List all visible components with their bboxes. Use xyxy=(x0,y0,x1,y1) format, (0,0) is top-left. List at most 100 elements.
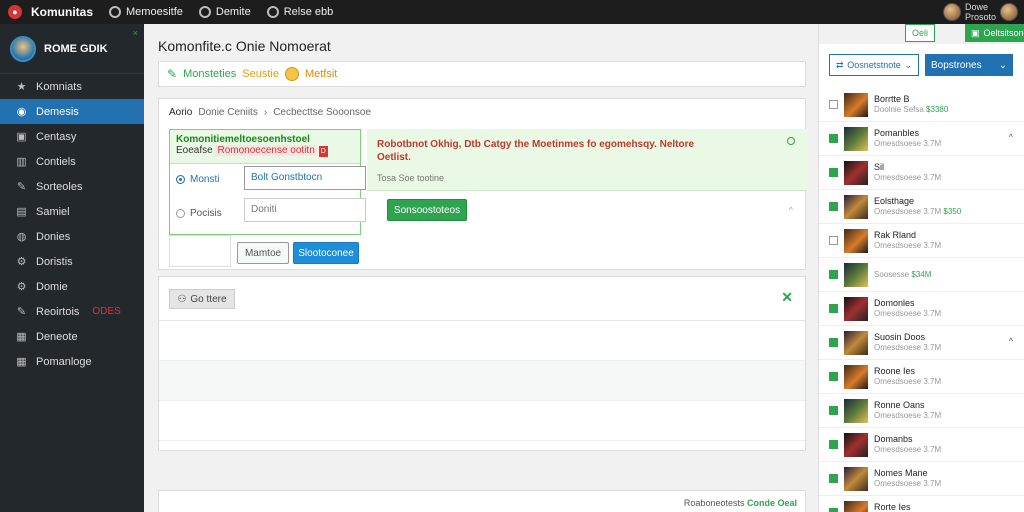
checkbox[interactable] xyxy=(829,474,838,483)
list-item[interactable] xyxy=(159,321,805,361)
media-item[interactable]: Pomanbles Omesdsoese 3.7M ^ xyxy=(819,122,1024,156)
primary-button[interactable]: Slootoconee xyxy=(293,242,359,264)
user-menu[interactable]: Dowe Prosoto xyxy=(942,2,1024,22)
brand[interactable]: ● Komunitas xyxy=(0,0,101,24)
chevron-up-icon[interactable]: ^ xyxy=(1009,132,1013,142)
media-text: Rorte IesOmesdsoese 3.7M xyxy=(874,502,941,512)
sidebar-profile[interactable]: ROME GDIK × xyxy=(0,24,144,74)
tab-1[interactable]: Oeli xyxy=(905,24,936,42)
sidebar-item-2[interactable]: ▣ Centasy xyxy=(0,124,144,149)
media-item[interactable]: Rorte IesOmesdsoese 3.7M xyxy=(819,496,1024,512)
sidebar-item-6[interactable]: ◍ Donies xyxy=(0,224,144,249)
close-icon[interactable]: × xyxy=(133,28,138,38)
media-item[interactable]: Rak Rland Omesdsoese 3.7M xyxy=(819,224,1024,258)
chevron-up-icon[interactable]: ^ xyxy=(789,205,793,215)
nav-badge: ODES xyxy=(92,306,121,317)
sort-select[interactable]: Bopstrones ⌄ xyxy=(925,54,1013,76)
media-name: Domonles xyxy=(874,298,915,308)
status-dot-icon xyxy=(787,137,795,145)
checkbox[interactable] xyxy=(829,100,838,109)
checkbox[interactable] xyxy=(829,270,838,279)
sidebar-item-1[interactable]: ◉ Demesis xyxy=(0,99,144,124)
list-header: ⚇ Go ttere ✕ xyxy=(159,277,805,321)
topbar-item-3[interactable]: Relse ebb xyxy=(259,0,342,24)
filter-button[interactable]: ⚇ Go ttere xyxy=(169,289,235,309)
checkbox[interactable] xyxy=(829,236,838,245)
media-item[interactable]: Sil Omesdsoese 3.7M xyxy=(819,156,1024,190)
sidebar-nav: ★ Komniats ◉ Demesis ▣ Centasy ▥ Contiels ✎ Sorte… xyxy=(0,74,144,374)
filter-select[interactable]: ⇄ Oosnetstnote ⌄ xyxy=(829,54,919,76)
media-item[interactable]: Borrtte B Doolnie Sefsa $3380 xyxy=(819,88,1024,122)
checkbox[interactable] xyxy=(829,406,838,415)
sidebar-item-9[interactable]: ✎ Reoirtois ODES xyxy=(0,299,144,324)
media-text: Suosin Doos Omesdsoese 3.7M xyxy=(874,332,941,353)
empty-box xyxy=(169,235,231,267)
breadcrumb-item[interactable]: Donie Ceniits xyxy=(198,107,257,118)
notice-link-3[interactable]: Metfsit xyxy=(305,68,337,80)
text-input-2[interactable]: Doniti xyxy=(244,198,366,222)
list-item[interactable] xyxy=(159,401,805,441)
media-meta-text: Doolnie Sefsa xyxy=(874,105,924,114)
sidebar-item-5[interactable]: ▤ Samiel xyxy=(0,199,144,224)
sidebar-item-11[interactable]: ▦ Pomanloge xyxy=(0,349,144,374)
media-item[interactable]: Eolsthage Omesdsoese 3.7M $350 xyxy=(819,190,1024,224)
checkbox[interactable] xyxy=(829,134,838,143)
media-item[interactable]: Nomes Mane Omesdsoese 3.7M xyxy=(819,462,1024,496)
media-item[interactable]: Roone Ies Omesdsoese 3.7M xyxy=(819,360,1024,394)
close-icon[interactable]: ✕ xyxy=(781,289,793,306)
thumbnail xyxy=(844,262,868,287)
radio-option-1[interactable]: Monsti xyxy=(176,174,219,185)
checkbox[interactable] xyxy=(829,338,838,347)
media-meta-text: Omesdsoese 3.7M xyxy=(874,173,942,182)
media-meta: Omesdsoese 3.7M xyxy=(874,309,941,319)
topbar-item-2[interactable]: Demite xyxy=(191,0,259,24)
list-card: ⚇ Go ttere ✕ xyxy=(158,276,806,451)
checkbox[interactable] xyxy=(829,508,838,512)
list-item[interactable] xyxy=(159,361,805,401)
avatar[interactable] xyxy=(942,3,961,21)
notice-bar: ✎ Monsteties Seustie Metfsit xyxy=(158,61,806,87)
media-name: Sil xyxy=(874,162,885,172)
cancel-button[interactable]: Mamtoe xyxy=(237,242,289,264)
sidebar-item-4[interactable]: ✎ Sorteoles xyxy=(0,174,144,199)
sidebar-item-3[interactable]: ▥ Contiels xyxy=(0,149,144,174)
text-input-1[interactable]: Bolt Gonstbtocn xyxy=(244,166,366,190)
media-item[interactable]: Soosesse $34M xyxy=(819,258,1024,292)
alert-title: Robotbnot Okhig, Dtb Catgy the Moetinmes… xyxy=(377,139,695,163)
tab-2[interactable]: ▣Oeltsitsones xyxy=(965,24,1024,42)
media-item[interactable]: Ronne Oans Omesdsoese 3.7M xyxy=(819,394,1024,428)
sidebar-item-10[interactable]: ▦ Deneote xyxy=(0,324,144,349)
sidebar-item-0[interactable]: ★ Komniats xyxy=(0,74,144,99)
checkbox[interactable] xyxy=(829,304,838,313)
notice-link-2[interactable]: Seustie xyxy=(242,68,279,80)
notice-link-1[interactable]: Monsteties xyxy=(183,68,236,80)
topbar-item-1[interactable]: Memoesitfe xyxy=(101,0,191,24)
sidebar-item-8[interactable]: ⚙ Domie xyxy=(0,274,144,299)
radio-selected[interactable] xyxy=(176,175,185,184)
radio-option-2[interactable]: Pocisis xyxy=(176,208,222,219)
submit-button[interactable]: Sonsoostoteos xyxy=(387,199,467,221)
media-text: Domonles Omesdsoese 3.7M xyxy=(874,298,941,319)
media-item[interactable]: Suosin Doos Omesdsoese 3.7M ^ xyxy=(819,326,1024,360)
breadcrumb-item[interactable]: Aorio xyxy=(169,107,192,118)
checkbox[interactable] xyxy=(829,440,838,449)
settings-title: Komonitiemeltoesoenhstoel xyxy=(176,134,310,145)
footer-link[interactable]: Conde Oeal xyxy=(747,498,797,508)
media-meta-text: Omesdsoese 3.7M xyxy=(874,377,942,386)
breadcrumb-item[interactable]: Cecbecttse Sooonsoe xyxy=(273,107,371,118)
radio-label: Pocisis xyxy=(190,208,222,219)
media-text: Ronne Oans Omesdsoese 3.7M xyxy=(874,400,941,421)
media-item[interactable]: Domanbs Omesdsoese 3.7M xyxy=(819,428,1024,462)
checkbox[interactable] xyxy=(829,372,838,381)
media-item[interactable]: Domonles Omesdsoese 3.7M xyxy=(819,292,1024,326)
sidebar-item-7[interactable]: ⚙ Doristis xyxy=(0,249,144,274)
media-meta-text: Omesdsoese 3.7M xyxy=(874,309,942,318)
avatar-secondary[interactable] xyxy=(1000,3,1018,21)
chevron-up-icon[interactable]: ^ xyxy=(1009,336,1013,346)
filter-label: Go ttere xyxy=(190,293,227,305)
media-meta: Doolnie Sefsa $3380 xyxy=(874,105,948,115)
media-name: Eolsthage xyxy=(874,196,915,206)
checkbox[interactable] xyxy=(829,202,838,211)
radio-unselected[interactable] xyxy=(176,209,185,218)
checkbox[interactable] xyxy=(829,168,838,177)
